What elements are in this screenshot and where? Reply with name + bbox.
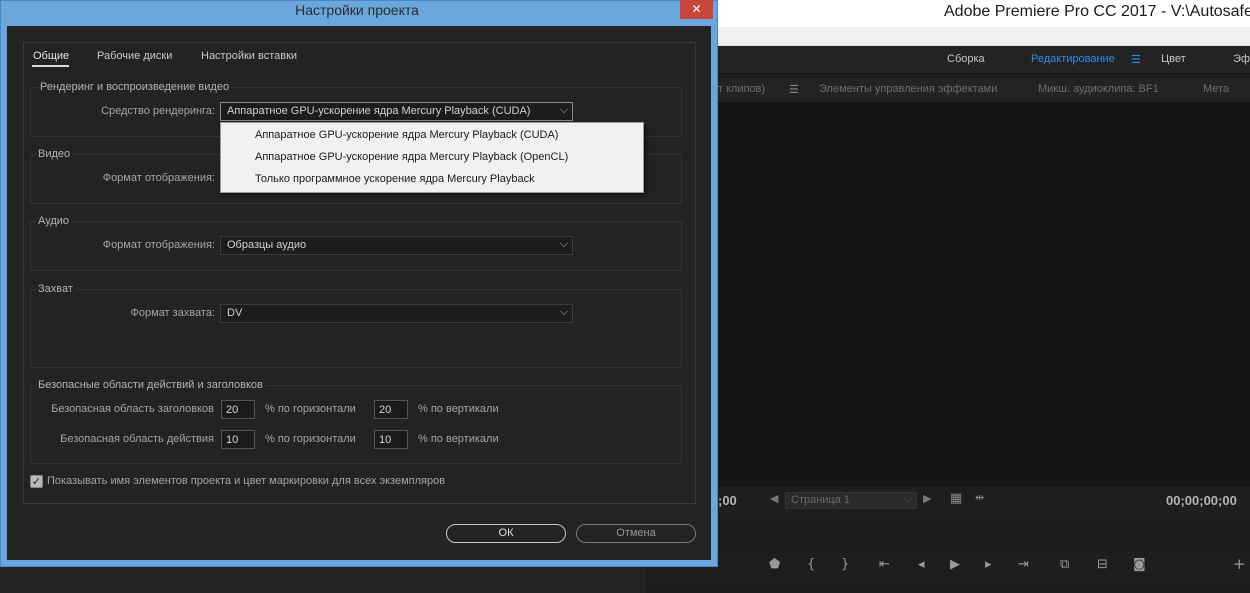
show-names-checkbox[interactable]: ✓ — [30, 475, 43, 488]
renderer-label: Средство рендеринга: — [101, 105, 215, 117]
insert-icon[interactable]: ⧉ — [1060, 557, 1069, 572]
step-back-icon[interactable]: ◂ — [918, 557, 925, 572]
add-button-icon[interactable]: + — [1233, 555, 1246, 573]
mark-in-icon[interactable]: { — [807, 557, 815, 572]
play-icon[interactable]: ▶ — [950, 557, 960, 572]
chevron-down-icon: ⌵ — [903, 493, 912, 505]
active-tab-underline — [32, 65, 69, 67]
audio-display-format-value: Образцы аудио — [227, 239, 307, 251]
panel-tab-effect-controls[interactable]: Элементы управления эффектами — [819, 83, 997, 95]
cancel-button[interactable]: Отмена — [576, 524, 696, 543]
workspace-editing[interactable]: Редактирование — [1031, 53, 1115, 65]
panel-menu-icon[interactable]: ☰ — [789, 83, 799, 96]
app-title: Adobe Premiere Pro CC 2017 - V:\Autosafe… — [944, 3, 1250, 20]
audio-display-format-select[interactable]: Образцы аудио ⌵ — [220, 236, 573, 255]
export-frame-icon[interactable]: ◙ — [1133, 557, 1146, 572]
timecode-current[interactable]: ;00 — [718, 493, 737, 508]
step-forward-icon[interactable]: ▸ — [985, 557, 992, 572]
renderer-option-opencl[interactable]: Аппаратное GPU-ускорение ядра Mercury Pl… — [222, 146, 642, 168]
capture-group-title: Захват — [36, 283, 75, 295]
capture-format-label: Формат захвата: — [130, 307, 215, 319]
audio-display-format-label: Формат отображения: — [102, 239, 215, 251]
next-page-icon[interactable]: ▶ — [923, 492, 931, 505]
audio-group-title: Аудио — [36, 215, 72, 227]
mark-out-icon[interactable]: } — [841, 557, 849, 572]
capture-format-select[interactable]: DV ⌵ — [220, 304, 573, 323]
action-safe-vertical-input[interactable] — [374, 430, 408, 449]
title-safe-vertical-input[interactable] — [374, 400, 408, 419]
chevron-down-icon: ⌵ — [559, 238, 568, 250]
workspace-assembly[interactable]: Сборка — [947, 53, 985, 65]
workspace-effects[interactable]: Эф — [1233, 53, 1250, 65]
title-safe-label: Безопасная область заголовков — [51, 403, 214, 415]
go-to-in-icon[interactable]: ⇤ — [879, 557, 890, 572]
timecode-duration: 00;00;00;00 — [1166, 493, 1237, 508]
title-safe-horizontal-unit: % по горизонтали — [265, 403, 356, 415]
capture-group — [30, 289, 682, 368]
close-button[interactable]: ✕ — [680, 0, 713, 19]
source-monitor — [718, 102, 1250, 487]
safe-areas-group — [30, 385, 682, 464]
close-icon: ✕ — [691, 2, 702, 16]
page-select-value: Страница 1 — [791, 494, 851, 506]
fit-icon[interactable]: ⇹ — [975, 491, 984, 504]
renderer-dropdown-list: Аппаратное GPU-ускорение ядра Mercury Pl… — [220, 122, 644, 193]
go-to-out-icon[interactable]: ⇥ — [1018, 557, 1029, 572]
transport-controls: ⬟ { } ⇤ ◂ ▶ ▸ ⇥ ⧉ ⊟ ◙ + — [645, 550, 1250, 580]
safe-areas-group-title: Безопасные области действий и заголовков — [36, 379, 265, 391]
panel-tab-audio-mixer[interactable]: Микш. аудиоклипа: BF1 — [1038, 83, 1159, 95]
workspace-menu-icon[interactable]: ☰ — [1131, 53, 1141, 66]
action-safe-horizontal-unit: % по горизонтали — [265, 433, 356, 445]
video-group-title: Видео — [36, 148, 73, 160]
page-select[interactable]: Страница 1 ⌵ — [785, 492, 917, 509]
video-display-format-label: Формат отображения: — [102, 172, 215, 184]
marker-icon[interactable]: ⬟ — [769, 557, 780, 572]
chevron-down-icon: ⌵ — [559, 306, 568, 318]
title-safe-horizontal-input[interactable] — [221, 400, 255, 419]
action-safe-horizontal-input[interactable] — [221, 430, 255, 449]
ok-button[interactable]: ОК — [446, 524, 566, 543]
settings-icon[interactable]: ▦ — [950, 491, 962, 506]
renderer-option-software[interactable]: Только программное ускорение ядра Mercur… — [222, 168, 642, 190]
renderer-option-cuda[interactable]: Аппаратное GPU-ускорение ядра Mercury Pl… — [222, 124, 642, 146]
panel-tab-metadata[interactable]: Мета — [1203, 83, 1229, 95]
workspace-color[interactable]: Цвет — [1161, 53, 1186, 65]
show-names-label: Показывать имя элементов проекта и цвет … — [47, 475, 446, 487]
tab-ingest-settings[interactable]: Настройки вставки — [201, 50, 297, 62]
title-safe-vertical-unit: % по вертикали — [418, 403, 499, 415]
overwrite-icon[interactable]: ⊟ — [1097, 557, 1108, 572]
prev-page-icon[interactable]: ◀ — [770, 492, 778, 505]
tab-general[interactable]: Общие — [33, 50, 69, 62]
capture-format-value: DV — [227, 307, 243, 319]
dialog-title: Настройки проекта — [295, 2, 419, 18]
tab-scratch-disks[interactable]: Рабочие диски — [97, 50, 172, 62]
rendering-group-title: Рендеринг и воспроизведение видео — [38, 81, 232, 93]
chevron-down-icon: ⌵ — [559, 104, 568, 116]
renderer-select[interactable]: Аппаратное GPU-ускорение ядра Mercury Pl… — [220, 102, 573, 121]
action-safe-label: Безопасная область действия — [60, 433, 214, 445]
renderer-select-value: Аппаратное GPU-ускорение ядра Mercury Pl… — [227, 105, 531, 117]
action-safe-vertical-unit: % по вертикали — [418, 433, 499, 445]
